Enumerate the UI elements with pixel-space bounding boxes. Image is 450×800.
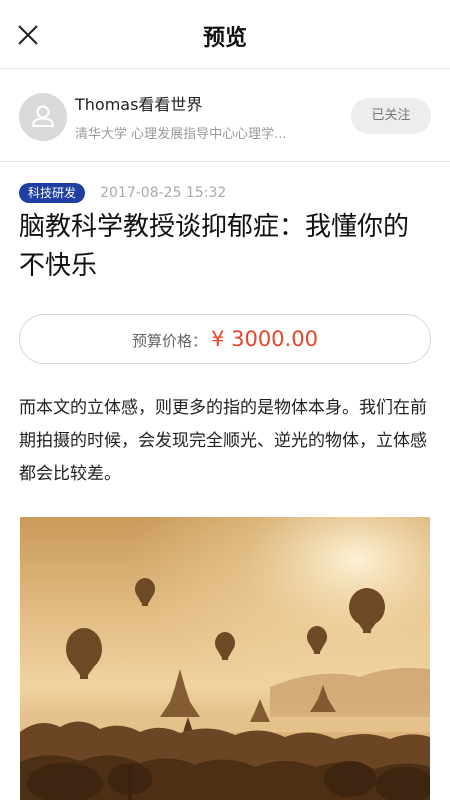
user-icon	[32, 105, 54, 127]
article-image[interactable]	[20, 517, 430, 800]
budget-label: 预算价格：	[132, 332, 208, 350]
avatar[interactable]	[19, 93, 67, 141]
hot-air-balloons-image	[20, 517, 430, 800]
page-title: 预览	[202, 26, 247, 51]
author-name[interactable]: Thomas看看世界	[75, 91, 202, 115]
budget-value: ¥ 3000.00	[211, 327, 318, 351]
article-title: 脑教科学教授谈抑郁症：我懂你的不快乐	[19, 212, 410, 281]
follow-button[interactable]: 已关注	[351, 98, 431, 134]
article-meta: 科技研发 2017-08-25 15:32	[19, 182, 227, 203]
budget-box: 预算价格： ¥ 3000.00	[19, 314, 431, 364]
article-body: 而本文的立体感，则更多的指的是物体本身。我们在前期拍摄的时候，会发现完全顺光、逆…	[19, 398, 427, 484]
author-card: Thomas看看世界 清华大学 心理发展指导中心心理学... 已关注	[0, 69, 450, 162]
category-tag[interactable]: 科技研发	[19, 182, 86, 203]
author-description: 清华大学 心理发展指导中心心理学...	[75, 127, 287, 142]
navbar: 预览	[0, 0, 450, 69]
publish-date: 2017-08-25 15:32	[100, 184, 227, 201]
